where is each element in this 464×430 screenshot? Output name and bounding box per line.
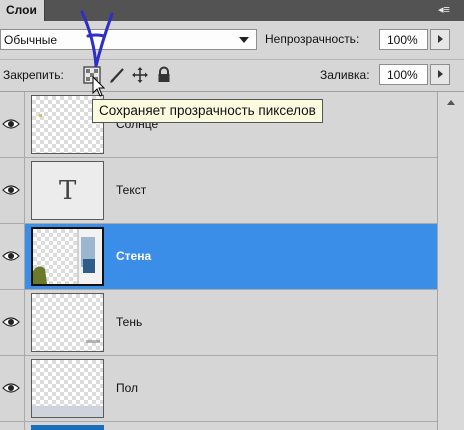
layer-thumbnail bbox=[31, 425, 104, 430]
tab-layers-label: Слои bbox=[6, 3, 37, 17]
opacity-input[interactable]: 100% bbox=[379, 29, 428, 50]
lock-label: Закрепить: bbox=[3, 68, 64, 82]
visibility-toggle[interactable] bbox=[0, 422, 25, 430]
blend-mode-value: Обычные bbox=[4, 33, 58, 47]
lock-fill-row: Закрепить: Заливка: 100% bbox=[0, 60, 464, 92]
opacity-label: Непрозрачность: bbox=[265, 32, 360, 46]
opacity-value: 100% bbox=[387, 33, 418, 47]
layer-name: Текст bbox=[116, 183, 147, 197]
fill-label: Заливка: bbox=[320, 68, 370, 82]
layer-name: Стена bbox=[116, 249, 152, 263]
blend-mode-select[interactable]: Обычные bbox=[0, 29, 257, 50]
visibility-toggle[interactable] bbox=[0, 290, 25, 355]
eye-icon bbox=[2, 185, 20, 195]
fill-input[interactable]: 100% bbox=[379, 64, 428, 85]
layer-thumbnail bbox=[31, 227, 104, 286]
layer-thumbnail bbox=[31, 293, 104, 352]
visibility-toggle[interactable] bbox=[0, 158, 25, 223]
shadow-mark bbox=[86, 340, 100, 343]
mouse-cursor-icon bbox=[92, 76, 106, 97]
lock-all-icon[interactable] bbox=[155, 66, 173, 84]
text-layer-glyph: T bbox=[59, 176, 77, 206]
layer-thumbnail: T bbox=[31, 161, 104, 220]
layers-scrollbar[interactable] bbox=[437, 92, 464, 430]
eye-icon bbox=[2, 119, 20, 129]
eye-icon bbox=[2, 251, 20, 261]
sun-dot bbox=[39, 114, 42, 117]
fill-value: 100% bbox=[387, 68, 418, 82]
opacity-slider-button[interactable] bbox=[430, 29, 450, 50]
layer-row-selected[interactable]: Стена bbox=[0, 224, 437, 290]
layer-row[interactable]: Тень bbox=[0, 290, 437, 356]
chevron-down-icon bbox=[239, 37, 249, 43]
eye-icon bbox=[2, 317, 20, 327]
scroll-up-arrow-icon[interactable] bbox=[447, 100, 455, 105]
layers-list: Солнце T Текст Стена Тень Пол bbox=[0, 92, 437, 430]
panel-menu-icon[interactable]: ◂≡ bbox=[432, 3, 456, 18]
visibility-toggle[interactable] bbox=[0, 92, 25, 157]
eye-icon bbox=[2, 383, 20, 393]
visibility-toggle[interactable] bbox=[0, 356, 25, 421]
layer-name: Пол bbox=[116, 381, 139, 395]
layer-row[interactable]: Пол bbox=[0, 356, 437, 422]
tab-layers[interactable]: Слои bbox=[0, 0, 45, 21]
wall-thumbnail-image bbox=[33, 229, 102, 284]
layer-name: Тень bbox=[116, 315, 143, 329]
lock-position-icon[interactable] bbox=[131, 66, 149, 84]
handdrawn-arrow-annotation bbox=[80, 10, 114, 68]
fill-slider-button[interactable] bbox=[430, 64, 450, 85]
layer-row-partial[interactable] bbox=[0, 422, 437, 430]
floor-strip bbox=[32, 406, 103, 417]
blend-opacity-row: Обычные Непрозрачность: 100% bbox=[0, 21, 464, 60]
layers-panel: Слои ◂≡ Обычные Непрозрачность: 100% Зак… bbox=[0, 0, 464, 430]
visibility-toggle[interactable] bbox=[0, 224, 25, 289]
tooltip: Сохраняет прозрачность пикселов bbox=[92, 99, 323, 123]
layer-row[interactable]: T Текст bbox=[0, 158, 437, 224]
panel-tab-bar: Слои ◂≡ bbox=[0, 0, 464, 21]
layer-thumbnail bbox=[31, 359, 104, 418]
